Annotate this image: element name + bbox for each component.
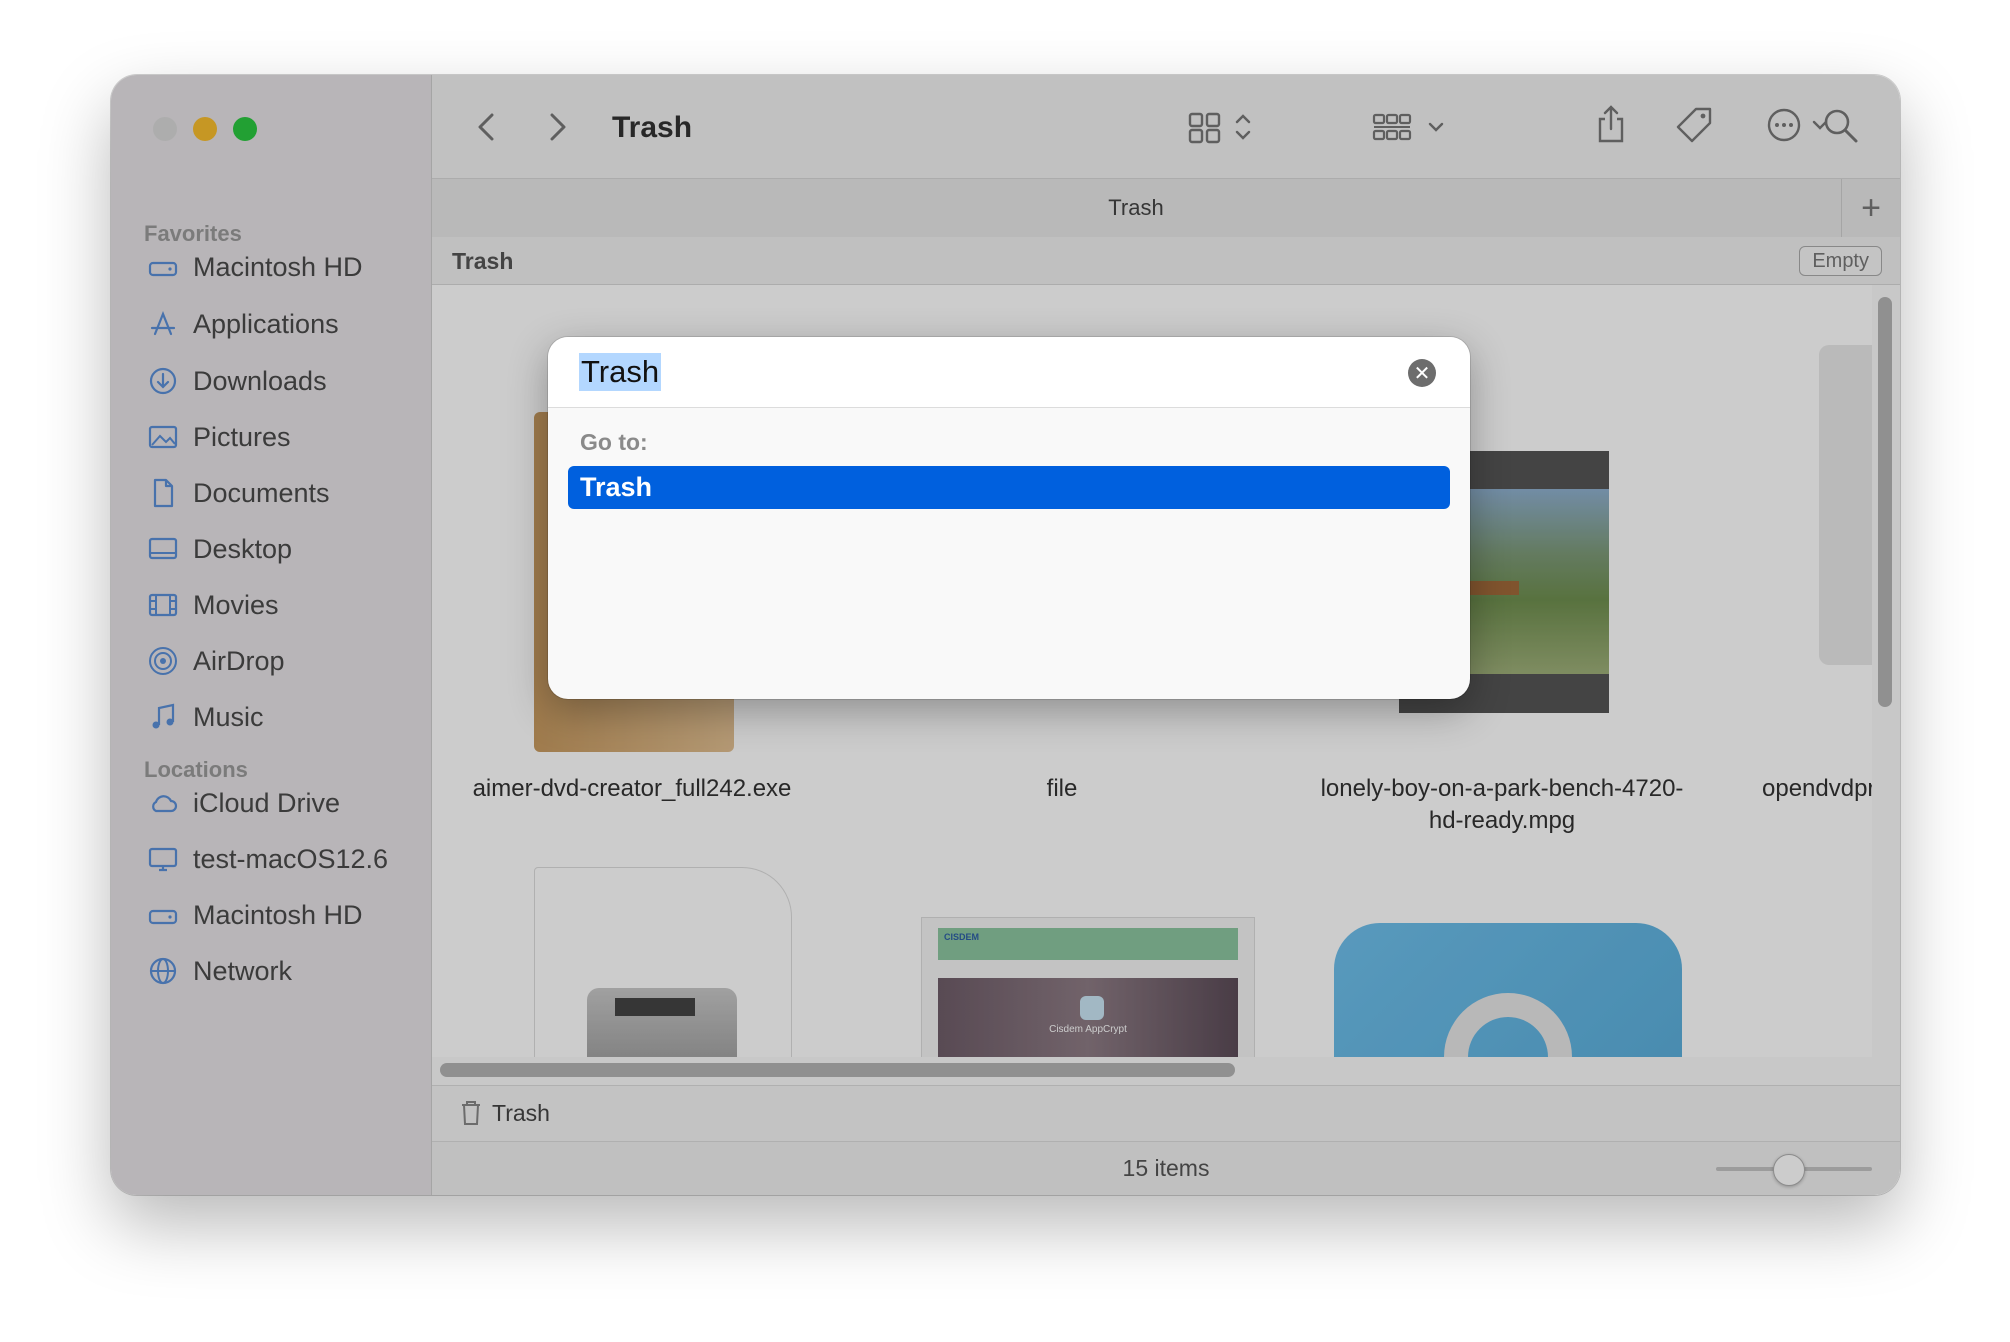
dialog-input-row: Trash ✕ [548,337,1470,408]
go-to-folder-dialog: Trash ✕ Go to: Trash [548,337,1470,699]
goto-label: Go to: [580,429,648,455]
goto-result-trash[interactable]: Trash [568,466,1450,509]
clear-input-button[interactable]: ✕ [1408,359,1436,387]
path-input[interactable]: Trash [579,353,662,391]
close-icon: ✕ [1413,362,1431,385]
